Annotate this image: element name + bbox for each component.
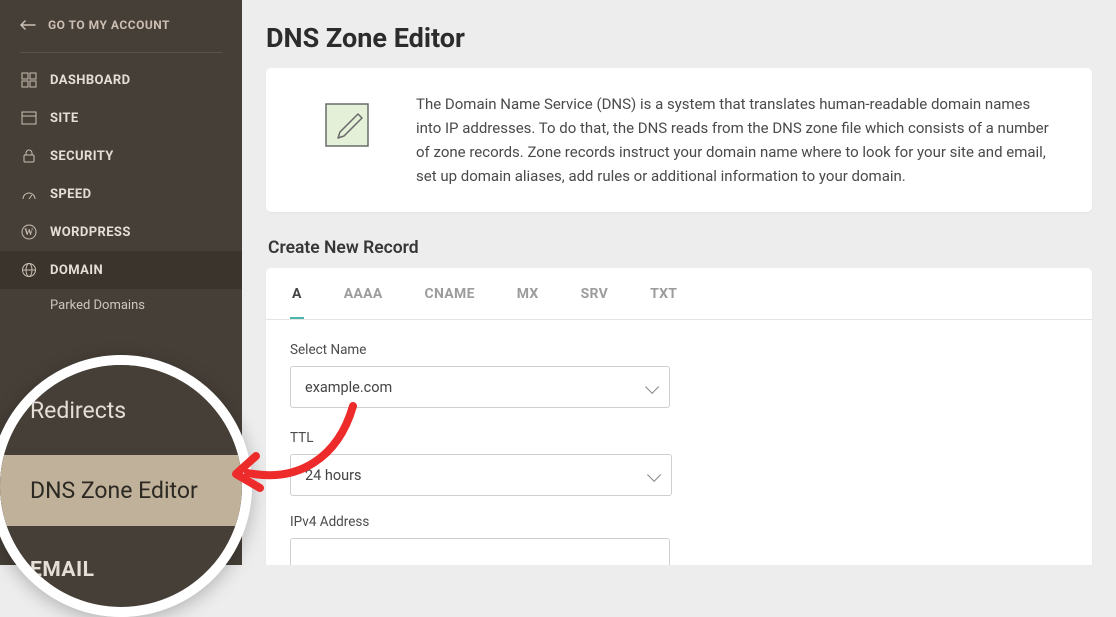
sidebar-item-dashboard[interactable]: DASHBOARD [0, 61, 242, 99]
tab-mx[interactable]: MX [515, 268, 541, 319]
sidebar-item-label: DOMAIN [50, 263, 103, 278]
tab-aaaa[interactable]: AAAA [342, 268, 385, 319]
sidebar-item-label: SECURITY [50, 149, 114, 164]
sidebar-item-label: SITE [50, 111, 79, 126]
sidebar-item-label: SPEED [50, 187, 91, 202]
lock-icon [20, 148, 38, 164]
arrow-left-icon [20, 20, 36, 30]
edit-document-icon [320, 98, 374, 156]
sidebar-item-speed[interactable]: SPEED [0, 175, 242, 213]
sidebar-item-security[interactable]: SECURITY [0, 137, 242, 175]
ipv4-input[interactable] [290, 538, 670, 565]
sidebar-subitem-dns-zone-editor[interactable]: DNS Zone Editor [0, 455, 242, 526]
sidebar-item-site[interactable]: SITE [0, 99, 242, 137]
sidebar-subitem-label: Parked Domains [50, 298, 145, 313]
select-name-field: Select Name example.com [290, 342, 670, 408]
site-icon [20, 110, 38, 126]
sidebar-item-wordpress[interactable]: W WORDPRESS [0, 213, 242, 251]
sidebar-item-label: WORDPRESS [50, 225, 131, 240]
ttl-dropdown[interactable]: 24 hours [290, 454, 672, 496]
select-name-dropdown[interactable]: example.com [290, 366, 670, 408]
svg-text:W: W [24, 227, 33, 237]
select-name-value: example.com [305, 379, 392, 396]
sidebar-item-domain[interactable]: DOMAIN [0, 251, 242, 289]
ipv4-label: IPv4 Address [290, 514, 670, 530]
globe-icon [20, 262, 38, 278]
ttl-value: 24 hours [305, 467, 362, 484]
select-name-label: Select Name [290, 342, 670, 358]
info-card: The Domain Name Service (DNS) is a syste… [266, 68, 1092, 212]
main-content: DNS Zone Editor The Domain Name Service … [242, 0, 1116, 565]
tab-srv[interactable]: SRV [579, 268, 611, 319]
magnified-sidebar-section: Redirects DNS Zone Editor EMAIL [0, 355, 252, 617]
ttl-field: TTL 24 hours [290, 430, 672, 496]
wordpress-icon: W [20, 224, 38, 240]
sidebar-item-email[interactable]: EMAIL [0, 540, 242, 600]
info-text: The Domain Name Service (DNS) is a syste… [416, 92, 1056, 188]
sidebar-divider [20, 52, 222, 53]
tab-a[interactable]: A [290, 268, 304, 319]
sidebar-subitem-label: Redirects [30, 397, 126, 424]
sidebar-subitem-redirects[interactable]: Redirects [0, 379, 242, 442]
tab-cname[interactable]: CNAME [423, 268, 477, 319]
record-type-tabs: A AAAA CNAME MX SRV TXT [266, 268, 1092, 320]
sidebar-item-label: EMAIL [30, 558, 95, 582]
go-to-account-label: GO TO MY ACCOUNT [48, 18, 170, 32]
ttl-label: TTL [290, 430, 672, 446]
dashboard-icon [20, 72, 38, 88]
create-record-heading: Create New Record [268, 238, 1092, 258]
sidebar-subitem-label: DNS Zone Editor [30, 477, 198, 504]
sidebar-subitem-parked-domains[interactable]: Parked Domains [0, 289, 242, 322]
speed-icon [20, 186, 38, 202]
sidebar-item-label: DASHBOARD [50, 73, 130, 88]
page-title: DNS Zone Editor [266, 22, 1092, 54]
go-to-account-link[interactable]: GO TO MY ACCOUNT [0, 0, 242, 44]
create-record-card: A AAAA CNAME MX SRV TXT Select Name exam… [266, 268, 1092, 565]
ipv4-field: IPv4 Address [290, 514, 670, 565]
tab-txt[interactable]: TXT [648, 268, 679, 319]
